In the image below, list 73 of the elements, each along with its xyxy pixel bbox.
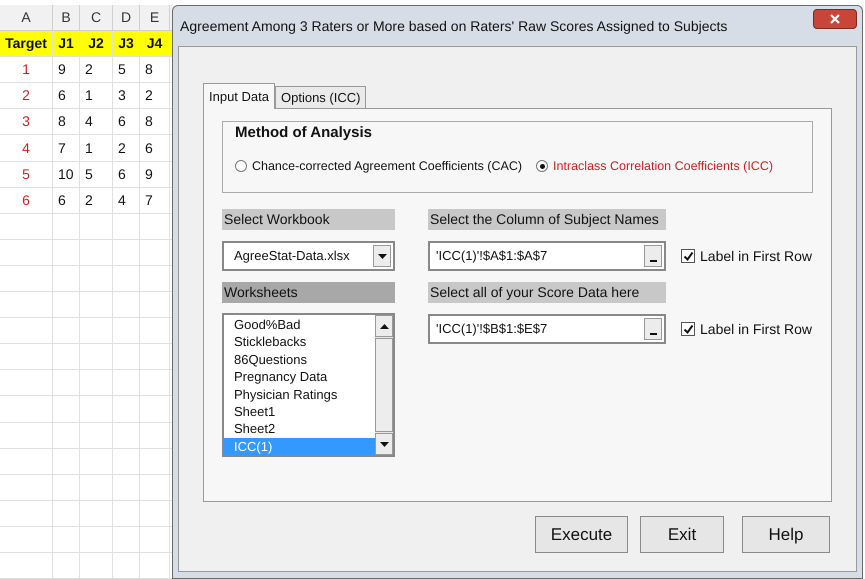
section-label: Select the Column of Subject Names <box>428 209 666 230</box>
range-field[interactable]: 'ICC(1)'!$B$1:$E$7 <box>428 314 666 344</box>
label-checkbox[interactable]: Label in First Row <box>681 318 812 340</box>
table-cell: 8 <box>140 109 170 134</box>
table-cell: 3 <box>0 109 53 134</box>
list-item[interactable]: Sheet1 <box>224 402 375 420</box>
tab[interactable]: Options (ICC) <box>275 86 366 108</box>
dropdown-value: AgreeStat-Data.xlsx <box>234 247 350 266</box>
table-cell: 9 <box>53 57 80 82</box>
section-label: Worksheets <box>222 282 395 303</box>
table-cell: 8 <box>53 109 80 134</box>
table-cell: 6 <box>53 188 80 213</box>
table-cell: 6 <box>0 188 53 213</box>
range-value: 'ICC(1)'!$A$1:$A$7 <box>436 247 548 266</box>
column-header[interactable]: A <box>0 5 53 30</box>
radio-label: Chance-corrected Agreement Coefficients (CAC) <box>252 158 522 175</box>
window-title: Agreement Among 3 Raters or More based on Raters' Raw Scores Assigned to Subjects <box>179 16 728 36</box>
list-item[interactable]: Pregnancy Data <box>224 368 375 386</box>
radio-option[interactable]: Intraclass Correlation Coefficients (ICC) <box>536 157 774 176</box>
list-item[interactable]: Sticklebacks <box>224 333 375 351</box>
table-cell: 2 <box>140 83 170 108</box>
checkbox-label: Label in First Row <box>700 320 812 338</box>
radio-option[interactable]: Chance-corrected Agreement Coefficients (CAC) <box>235 157 522 176</box>
table-cell: 2 <box>80 188 113 213</box>
section-label: Select all of your Score Data here <box>428 282 666 303</box>
range-value: 'ICC(1)'!$B$1:$E$7 <box>436 320 548 338</box>
tab[interactable]: Input Data <box>203 83 275 109</box>
table-cell: 5 <box>80 162 113 187</box>
range-field[interactable]: 'ICC(1)'!$A$1:$A$7 <box>428 241 666 271</box>
table-cell: 3 <box>113 83 140 108</box>
column-header[interactable]: C <box>80 5 113 30</box>
workbook-dropdown[interactable]: AgreeStat-Data.xlsx <box>222 241 395 271</box>
table-cell: 2 <box>80 57 113 82</box>
column-header[interactable]: E <box>140 5 170 30</box>
dialog-button[interactable]: Execute <box>535 516 628 553</box>
table-cell: J4 <box>140 31 170 56</box>
table-cell: 8 <box>140 57 170 82</box>
table-cell: 4 <box>0 135 53 161</box>
table-cell: 10 <box>53 162 80 187</box>
table-cell: 6 <box>113 109 140 134</box>
table-cell: 1 <box>80 83 113 108</box>
dialog-button[interactable]: Exit <box>640 516 724 553</box>
table-cell: J3 <box>113 31 140 56</box>
radio-label: Intraclass Correlation Coefficients (ICC) <box>553 158 774 175</box>
list-item[interactable]: Good%Bad <box>224 316 375 334</box>
table-cell: 9 <box>140 162 170 187</box>
table-cell: 5 <box>113 57 140 82</box>
table-cell: 4 <box>113 188 140 213</box>
group-title: Method of Analysis <box>235 122 373 143</box>
table-cell: Target <box>0 31 53 56</box>
column-header[interactable]: D <box>113 5 140 30</box>
table-cell: 1 <box>0 57 53 82</box>
table-cell: 6 <box>113 162 140 187</box>
label-checkbox[interactable]: Label in First Row <box>681 246 812 266</box>
worksheets-list[interactable]: Good%Bad Sticklebacks 86Questions Pregnancy Data Physician Ratings Sheet1 Sheet2 ICC(1) <box>222 313 395 457</box>
table-cell: 6 <box>53 83 80 108</box>
table-cell: 2 <box>0 83 53 108</box>
table-cell: 1 <box>80 135 113 161</box>
list-item[interactable]: 86Questions <box>224 350 375 368</box>
column-header[interactable]: B <box>53 5 80 30</box>
dialog-button[interactable]: Help <box>742 516 830 553</box>
table-cell: 4 <box>80 109 113 134</box>
section-label: Select Workbook <box>222 209 395 230</box>
table-cell: J2 <box>80 31 113 56</box>
list-item[interactable]: Physician Ratings <box>224 386 375 403</box>
list-item[interactable]: Sheet2 <box>224 420 375 438</box>
table-cell: 6 <box>140 135 170 161</box>
table-cell: 2 <box>113 135 140 161</box>
checkbox-label: Label in First Row <box>700 246 812 266</box>
table-cell: 7 <box>53 135 80 161</box>
table-cell: 5 <box>0 162 53 187</box>
table-cell: J1 <box>53 31 80 56</box>
table-cell: 7 <box>140 188 170 213</box>
